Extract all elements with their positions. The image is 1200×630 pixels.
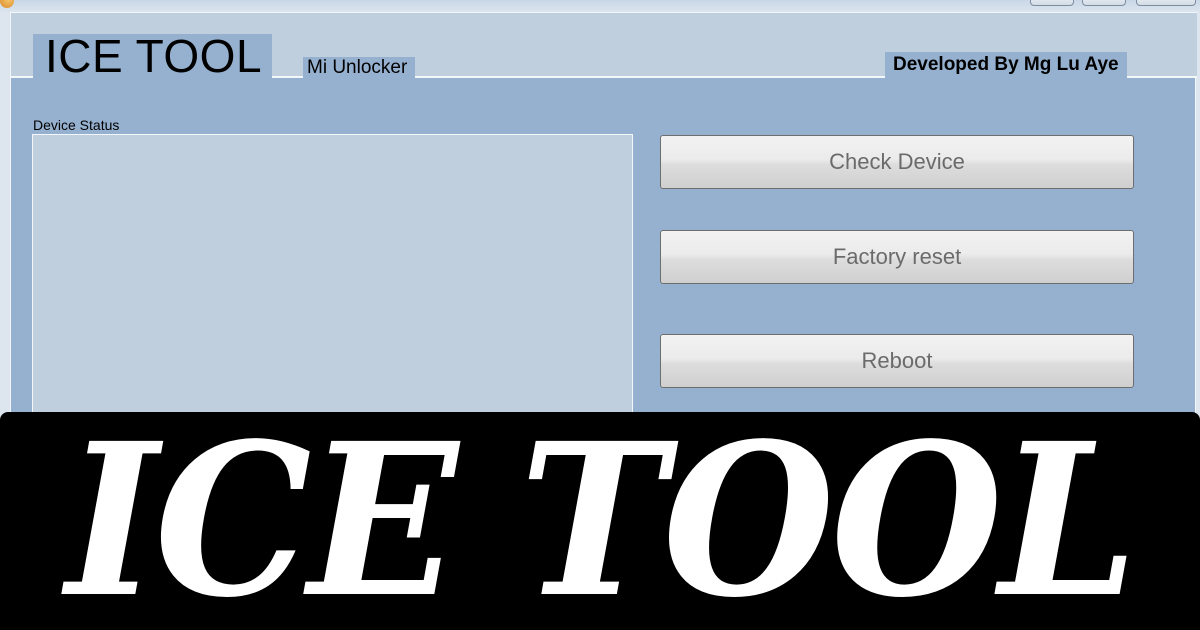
title-bar[interactable]: [0, 0, 1200, 12]
developer-credit: Developed By Mg Lu Aye: [885, 52, 1127, 78]
factory-reset-button[interactable]: Factory reset: [660, 230, 1134, 284]
app-subtitle: Mi Unlocker: [303, 57, 416, 78]
reboot-button[interactable]: Reboot: [660, 334, 1134, 388]
app-title: ICE TOOL: [33, 33, 273, 79]
app-window: ICE TOOL Mi Unlocker Developed By Mg Lu …: [0, 0, 1200, 630]
close-button[interactable]: [1136, 0, 1196, 6]
minimize-button[interactable]: [1030, 0, 1074, 6]
device-status-label: Device Status: [33, 117, 120, 133]
check-device-button[interactable]: Check Device: [660, 135, 1134, 189]
maximize-button[interactable]: [1082, 0, 1126, 6]
banner-title: ICE TOOL: [65, 397, 1138, 630]
app-icon: [0, 0, 14, 8]
device-status-box[interactable]: [32, 134, 633, 424]
title-banner: ICE TOOL: [0, 412, 1200, 630]
